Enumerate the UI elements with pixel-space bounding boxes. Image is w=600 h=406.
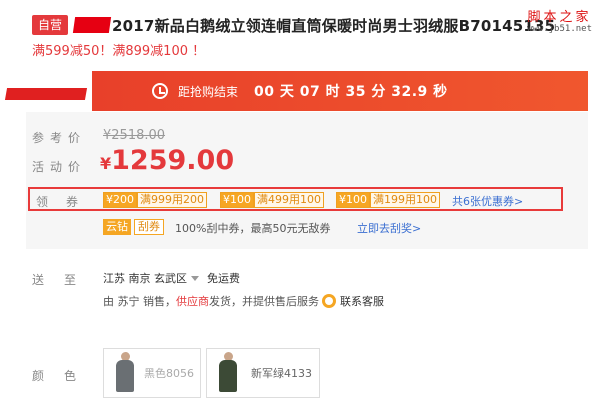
countdown-bar: 距抢购结束 00 天 07 时 35 分 32.9 秒: [92, 71, 588, 111]
activity-price-label: 活动价: [32, 160, 87, 174]
scratch-description: 100%刮中券，最高50元无敌券: [175, 222, 331, 235]
activity-price-value: 1259.00: [111, 145, 235, 176]
chevron-down-icon: [191, 275, 199, 281]
redaction-mark-left: [4, 88, 88, 100]
coupon-item[interactable]: ¥100 满199用100: [336, 192, 440, 208]
coupon-amount: ¥100: [220, 192, 254, 208]
coupon-condition: 满199用100: [370, 192, 440, 208]
color-option-army-green[interactable]: 新军绿4133: [206, 348, 320, 398]
supplier-link[interactable]: 供应商: [176, 293, 209, 309]
product-thumbnail: [211, 352, 245, 394]
promo-text: 满599减50！满899减100 ！: [32, 44, 206, 59]
coupon-condition: 满499用100: [254, 192, 324, 208]
customer-service-icon: [322, 294, 336, 308]
service-prefix: 由 苏宁 销售，: [103, 295, 176, 308]
watermark: 脚本之家 www.jb51.net: [527, 6, 592, 34]
coupon-condition: 满999用200: [137, 192, 207, 208]
contact-service-link[interactable]: 联系客服: [340, 293, 384, 309]
coupon-amount: ¥100: [336, 192, 370, 208]
self-operated-badge: 自营: [32, 15, 69, 35]
reference-price-label: 参考价: [32, 131, 87, 145]
clock-icon: [152, 83, 168, 99]
watermark-text: 脚本之家: [527, 10, 592, 25]
reference-price: ¥2518.00: [103, 128, 166, 143]
countdown-label: 距抢购结束: [178, 84, 239, 99]
currency-symbol: ¥: [100, 154, 112, 173]
delivery-address: 江苏 南京 玄武区: [103, 272, 187, 285]
cloud-diamond-tag: 云钻: [103, 219, 131, 235]
coupon-amount: ¥200: [103, 192, 137, 208]
service-suffix: 发货，并提供售后服务: [209, 295, 319, 308]
scratch-coupon-tag: 刮券: [134, 219, 164, 235]
product-title: 2017新品白鹅绒立领连帽直筒保暖时尚男士羽绒服B70145135: [112, 16, 556, 35]
scratch-now-link[interactable]: 立即去刮奖>: [357, 220, 421, 236]
delivery-label: 送至: [32, 273, 97, 287]
redaction-mark: [72, 17, 112, 33]
delivery-address-selector[interactable]: 江苏 南京 玄武区 免运费: [103, 270, 240, 286]
color-label: 颜色: [32, 369, 97, 383]
color-option-black[interactable]: 黑色8056: [103, 348, 201, 398]
color-option-label: 新军绿4133: [251, 367, 312, 380]
activity-price: ¥1259.00: [100, 145, 234, 176]
coupon-item[interactable]: ¥100 满499用100: [220, 192, 324, 208]
more-coupons-link[interactable]: 共6张优惠券>: [452, 193, 523, 209]
product-title-row: 自营 2017新品白鹅绒立领连帽直筒保暖时尚男士羽绒服B70145135: [32, 14, 592, 36]
color-option-label: 黑色8056: [144, 367, 194, 380]
coupon-item[interactable]: ¥200 满999用200: [103, 192, 207, 208]
watermark-url: www.jb51.net: [526, 24, 592, 34]
countdown-time: 00 天 07 时 35 分 32.9 秒: [254, 84, 448, 100]
coupon-label: 领券: [36, 195, 97, 209]
service-info: 由 苏宁 销售， 供应商 发货，并提供售后服务 联系客服: [103, 293, 384, 309]
product-thumbnail: [108, 352, 138, 394]
free-shipping-text: 免运费: [207, 272, 240, 285]
